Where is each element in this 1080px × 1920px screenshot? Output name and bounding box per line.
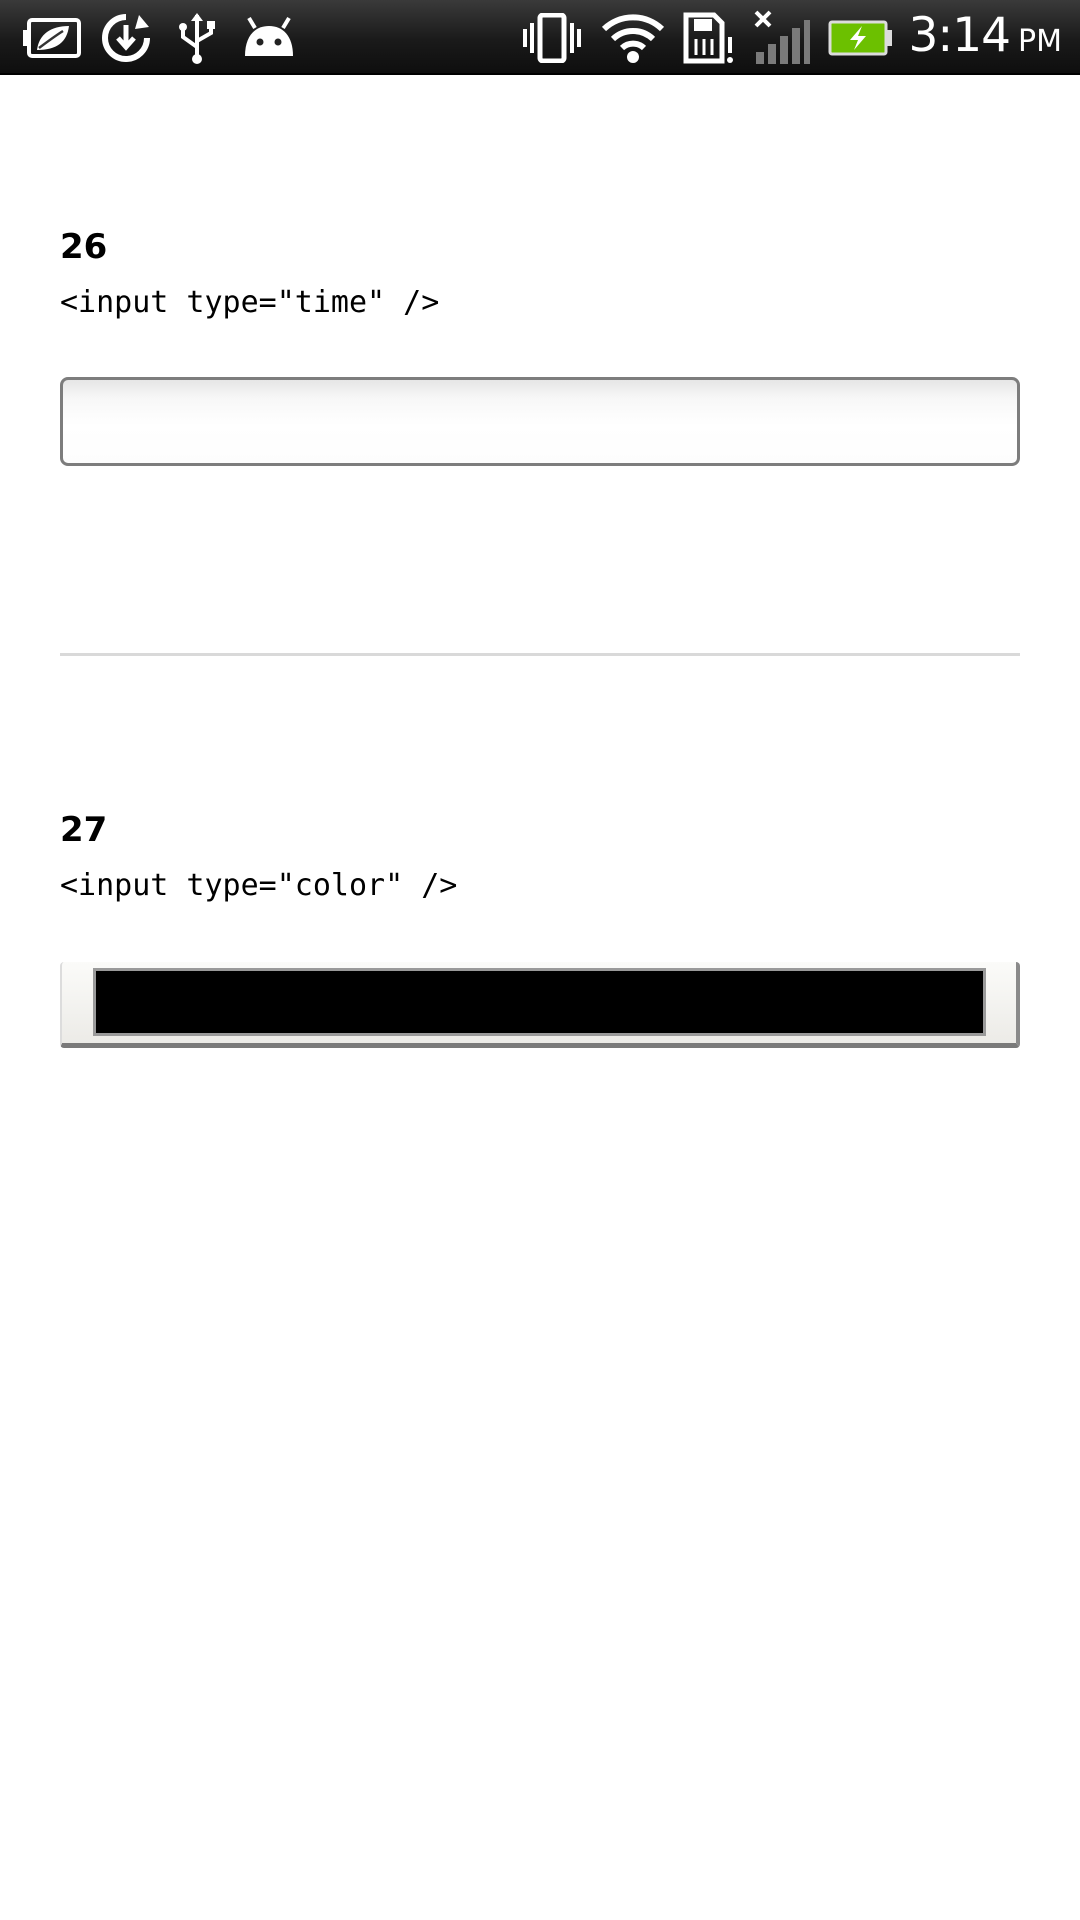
color-input[interactable] — [60, 962, 1020, 1048]
sd-card-warning-icon — [680, 12, 736, 64]
section-number: 26 — [60, 227, 108, 267]
color-swatch — [93, 968, 986, 1036]
android-debug-icon — [240, 12, 298, 64]
clock-time: 3:14 — [908, 8, 1011, 63]
no-signal-icon — [752, 10, 812, 64]
wifi-icon — [600, 12, 666, 64]
usb-icon — [174, 12, 220, 64]
status-clock: 3:14 PM — [908, 8, 1062, 68]
status-bar: 3:14 PM — [0, 0, 1080, 75]
section-number: 27 — [60, 810, 108, 850]
vibrate-icon — [520, 12, 584, 64]
section-code: <input type="time" /> — [60, 285, 440, 320]
section-code: <input type="color" /> — [60, 868, 458, 903]
clock-ampm: PM — [1018, 24, 1062, 59]
leaf-notification-icon — [22, 12, 84, 64]
sync-icon — [98, 12, 154, 64]
time-input[interactable] — [60, 377, 1020, 466]
battery-charging-icon — [828, 12, 894, 64]
section-divider — [60, 653, 1020, 656]
